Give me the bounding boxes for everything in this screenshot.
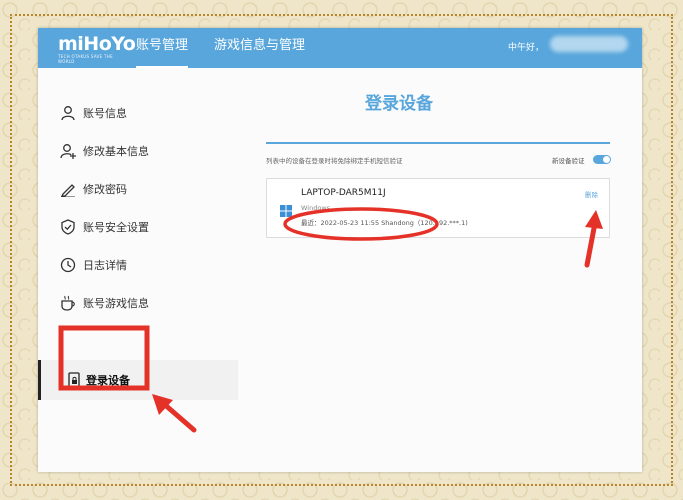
page-title: 登录设备 <box>365 94 433 114</box>
nav-tab-game-info[interactable]: 游戏信息与管理 <box>214 28 305 68</box>
user-edit-icon <box>60 144 76 159</box>
title-underline <box>266 142 610 144</box>
device-last-login: 最近：2022-05-23 11:55 Shandong（120.192.***… <box>301 219 468 227</box>
sidebar-item-login-devices[interactable]: 登录设备 <box>38 360 238 400</box>
sidebar-item-log-details[interactable]: 日志详情 <box>38 246 238 284</box>
nav-tab-account-management[interactable]: 账号管理 <box>136 28 189 68</box>
sidebar-item-edit-profile[interactable]: 修改基本信息 <box>38 132 238 170</box>
shield-check-icon <box>61 219 75 235</box>
cup-icon <box>61 295 75 311</box>
logo-tagline: TECH OTAKUS SAVE THE WORLD <box>58 54 113 64</box>
greeting-text: 中午好， <box>508 43 545 53</box>
clock-icon <box>60 257 76 273</box>
device-name: LAPTOP-DAR5M11J <box>301 188 386 198</box>
new-device-verification-toggle[interactable] <box>593 155 611 164</box>
device-lock-icon <box>68 372 80 388</box>
device-card: LAPTOP-DAR5M11J Windows 最近：2022-05-23 11… <box>266 178 610 238</box>
sidebar-item-change-password[interactable]: 修改密码 <box>38 170 238 208</box>
sidebar-item-label: 登录设备 <box>86 374 130 387</box>
sidebar-item-game-info[interactable]: 账号游戏信息 <box>38 284 238 322</box>
logo-text: miHoYo <box>58 33 136 55</box>
exemption-hint: 列表中的设备在登录时将免除绑定手机短信验证 <box>266 157 403 165</box>
sidebar-item-label: 日志详情 <box>83 259 127 272</box>
sidebar-item-label: 账号信息 <box>83 107 127 120</box>
windows-icon <box>280 205 292 217</box>
sidebar-item-label: 账号游戏信息 <box>83 297 149 310</box>
mihoyo-logo[interactable]: miHoYo TECH OTAKUS SAVE THE WORLD <box>58 33 136 64</box>
app-window: miHoYo TECH OTAKUS SAVE THE WORLD 账号管理 游… <box>38 28 642 472</box>
top-nav-bar: miHoYo TECH OTAKUS SAVE THE WORLD 账号管理 游… <box>38 28 642 68</box>
user-icon <box>61 106 75 121</box>
sidebar-item-label: 修改密码 <box>83 183 127 196</box>
sidebar-item-label: 账号安全设置 <box>83 221 149 234</box>
sidebar-item-security-settings[interactable]: 账号安全设置 <box>38 208 238 246</box>
pencil-icon <box>60 184 75 197</box>
new-device-verification-label: 新设备验证 <box>552 157 585 165</box>
sidebar-item-label: 修改基本信息 <box>83 145 149 158</box>
delete-device-link[interactable]: 删除 <box>585 189 598 199</box>
redacted-username[interactable] <box>550 36 628 52</box>
toggle-knob <box>603 156 610 163</box>
device-os: Windows <box>301 204 331 212</box>
sidebar-item-account-info[interactable]: 账号信息 <box>38 94 238 132</box>
